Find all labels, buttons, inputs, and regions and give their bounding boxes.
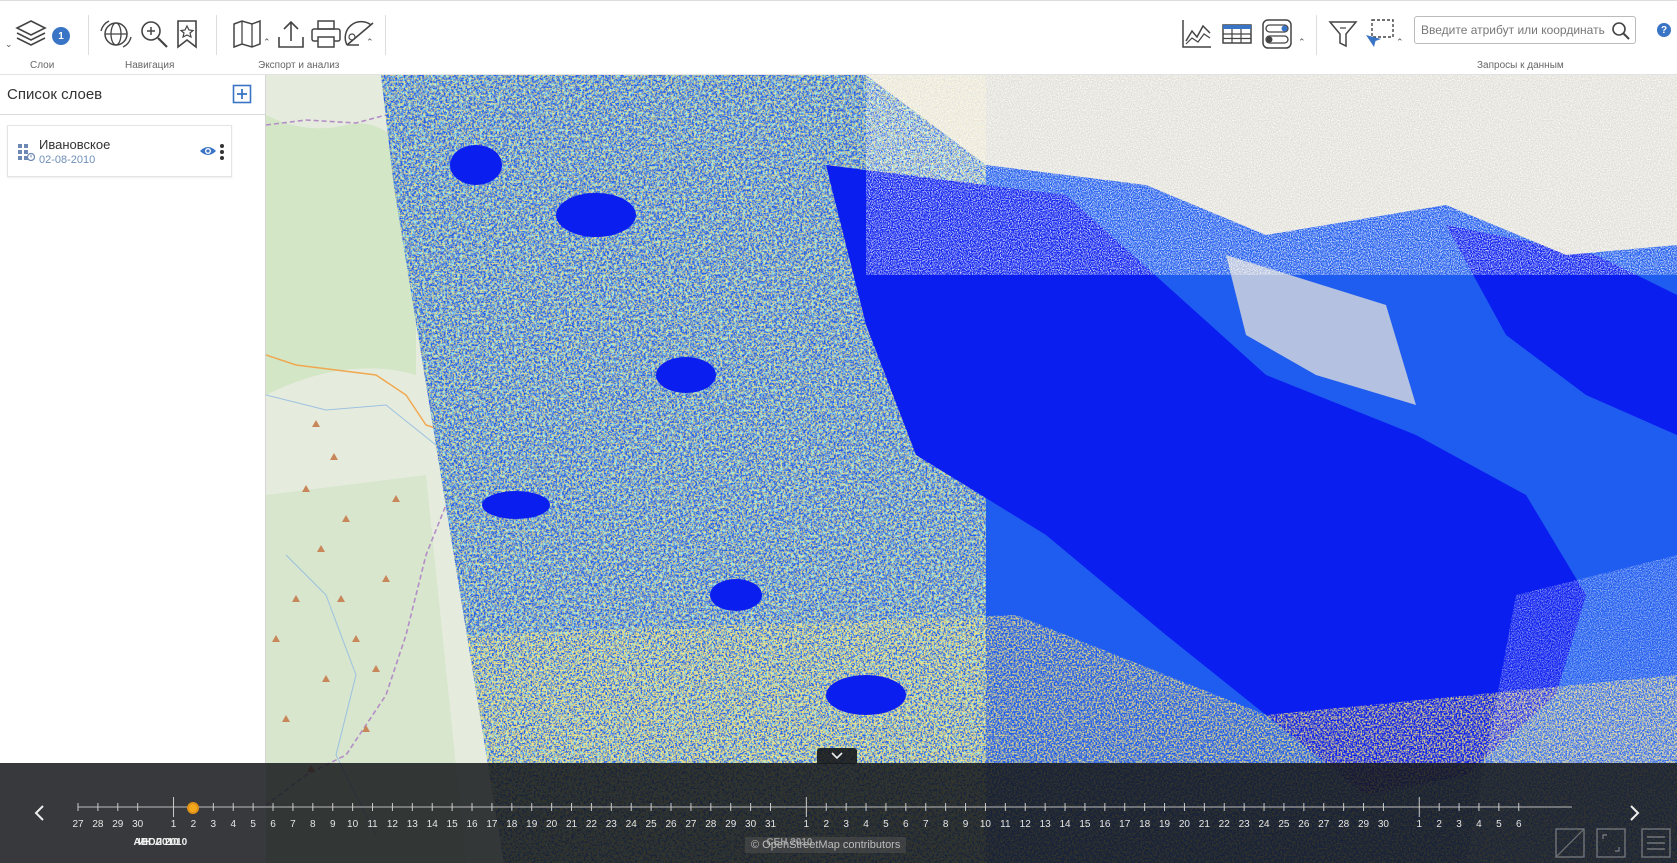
filter-icon [1328,21,1358,48]
extent-icon [1555,828,1585,858]
globe-icon [100,20,132,48]
layer-date: 02-08-2010 [39,154,96,166]
globe-refresh-button[interactable] [97,15,135,53]
map-canvas[interactable] [266,75,1677,863]
chevron-up-icon[interactable]: ⌃ [263,37,271,48]
printer-icon [311,20,341,48]
map-view [266,75,1677,863]
table-icon [1222,24,1252,44]
timeline-month-label: АВГ 2010 [133,837,179,848]
toolbar-separator [88,15,89,55]
layer-name: Ивановское [39,137,111,152]
toggle-icon [1262,19,1292,49]
select-area-button[interactable] [1360,15,1398,53]
chevron-up-icon[interactable]: ⌃ [366,37,374,48]
chart-button[interactable] [1178,15,1216,53]
navigation-group-label: Навигация [125,60,175,71]
layer-list-panel: Список слоев Ивановское 02-08-2010 [0,75,266,763]
chevron-up-icon[interactable]: ⌃ [1298,37,1306,48]
layers-button[interactable] [12,15,50,53]
legend-button[interactable] [1638,825,1674,861]
table-button[interactable] [1218,15,1256,53]
layers-group: ⌄ 1 Слои [0,1,85,76]
fullscreen-button[interactable] [1593,825,1629,861]
layers-icon [15,20,47,46]
upload-button[interactable] [272,15,310,53]
layers-group-label: Слои [30,60,55,71]
map-attribution: © OpenStreetMap contributors [745,837,907,853]
search-icon [1612,22,1630,40]
toggle-panel-button[interactable] [1258,15,1296,53]
layer-list-title: Список слоев [7,86,103,103]
chevron-up-icon[interactable]: ⌃ [1396,37,1404,48]
bookmark-button[interactable] [168,15,206,53]
line-chart-icon [1182,20,1211,48]
plus-square-icon [232,84,252,104]
extent-button[interactable] [1552,825,1588,861]
layer-list-header: Список слоев [0,75,266,115]
add-layer-button[interactable] [232,84,252,104]
map-export-button[interactable] [228,15,266,53]
filter-button[interactable] [1324,15,1362,53]
search-input[interactable] [1415,17,1605,43]
navigation-group: Навигация [95,1,215,76]
export-group: ⌃ ⌃ Экспорт и анализ [222,1,384,76]
visibility-toggle[interactable] [199,144,217,158]
data-query-group-label: Запросы к данным [1477,60,1564,71]
export-group-label: Экспорт и анализ [258,60,340,71]
list-icon [1641,828,1671,858]
search-button[interactable] [1609,19,1633,43]
fullscreen-icon [1596,828,1626,858]
app-root: ⌄ 1 Слои Навигация ⌃ ⌃ Экспорт и анализ … [0,0,1677,863]
toolbar-separator [1316,15,1317,55]
main-toolbar: ⌄ 1 Слои Навигация ⌃ ⌃ Экспорт и анализ … [0,0,1677,75]
eye-icon [200,147,216,155]
layer-item[interactable]: Ивановское 02-08-2010 [7,125,232,177]
toolbar-separator [385,15,386,55]
toolbar-separator [216,15,217,55]
layers-count-badge: 1 [52,27,70,45]
data-query-group: ⌃ ⌃ Запросы к данным [1170,1,1564,76]
chevron-down-icon [831,752,843,760]
search-box [1414,16,1636,44]
raster-layer-icon [17,143,36,162]
map-icon [233,19,261,49]
more-vertical-icon [220,144,224,160]
print-button[interactable] [307,15,345,53]
layer-menu-button[interactable] [218,142,226,162]
bookmark-star-icon [177,20,197,49]
help-icon[interactable]: ? [1657,23,1671,37]
timeline-collapse-button[interactable] [817,748,857,764]
timeline-bar: 27 28 29 30 1 2 3 4 5 6 7 8 9 10 11 12 13 14 15 16 17 18 19 20 2… [0,748,1677,863]
select-rectangle-icon [1366,19,1394,47]
zoom-in-icon [141,21,168,48]
upload-icon [278,20,304,48]
